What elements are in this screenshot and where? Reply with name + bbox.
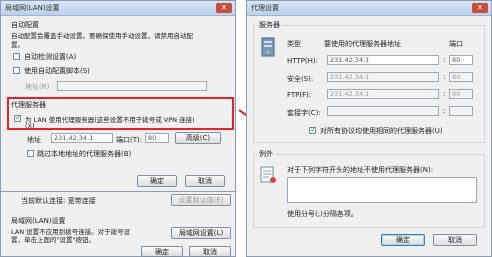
http-port-input[interactable]: 80 (449, 55, 473, 65)
lan-desc-line2: 置，单击上面的"设置"按钮。 (11, 236, 95, 244)
lan-settings-window: 局域网(LAN)设置 ✕ 自动配置 自动配置会覆盖手动设置。要确保使用手动设置，… (0, 0, 236, 192)
script-address-input[interactable] (57, 81, 207, 91)
script-address-label: 地址(R) (25, 83, 50, 91)
secure-label: 安全(S): (287, 75, 314, 83)
lan-settings-button[interactable]: 局域网设置(L) (171, 227, 231, 239)
exceptions-icon (260, 166, 276, 183)
proxy-settings-window: 代理设置 ✕ 服务器 类型 要使用的代理服务器地址 端口 HTTP(H): 23… (246, 0, 492, 257)
lan-ok-button[interactable]: 确定 (137, 175, 177, 187)
col-type-header: 类型 (287, 40, 301, 48)
socks-address-input[interactable] (327, 106, 439, 116)
http-address-input[interactable]: 231.42.34.1 (327, 55, 439, 65)
exceptions-input[interactable] (287, 177, 477, 203)
exceptions-hint: 使用分号(;)分隔各项。 (287, 210, 358, 218)
lan-window-title: 局域网(LAN)设置 (5, 4, 60, 12)
col-address-header: 要使用的代理服务器地址 (324, 40, 401, 48)
auto-config-desc-line2: 置。 (11, 41, 24, 49)
secure-port-input[interactable]: 80 (449, 72, 473, 82)
proxy-cancel-button[interactable]: 取消 (433, 234, 477, 246)
proxy-titlebar: 代理设置 (247, 1, 491, 16)
behind-ok-button[interactable]: 确定 (141, 246, 183, 257)
bypass-local-checkbox[interactable] (27, 150, 34, 157)
advanced-button[interactable]: 高级(C) (175, 132, 221, 144)
proxy-port-input[interactable]: 80 (145, 133, 169, 143)
behind-cancel-button[interactable]: 取消 (189, 246, 231, 257)
bypass-local-label: 跳过本地地址的代理服务器(B) (37, 150, 132, 158)
auto-config-heading: 自动配置 (11, 21, 39, 29)
same-proxy-checkbox[interactable] (309, 125, 317, 134)
lan-titlebar: 局域网(LAN)设置 (1, 1, 235, 16)
auto-detect-checkbox[interactable] (13, 53, 20, 60)
set-default-button[interactable]: 设置默认值(E) (171, 194, 231, 206)
current-connection-text: 当前默认连接: 宽带连接 (21, 197, 96, 205)
exceptions-heading: 例外 (257, 149, 275, 159)
use-script-checkbox[interactable] (13, 67, 20, 74)
proxy-ok-button[interactable]: 确定 (381, 234, 425, 246)
same-proxy-label: 对所有协议均使用相同的代理服务器(U) (320, 127, 443, 135)
ftp-port-input[interactable]: 80 (449, 89, 473, 99)
lan-section-heading: 局域网(LAN)设置 (11, 217, 66, 225)
proxy-window-title: 代理设置 (251, 4, 279, 12)
proxy-address-label: 地址 (27, 136, 41, 144)
ftp-label: FTP(F): (287, 91, 312, 99)
close-icon[interactable]: ✕ (472, 3, 488, 13)
auto-config-desc-line1: 自动配置会覆盖手动设置。要确保使用手动设置，请禁用自动配 (11, 32, 193, 40)
proxy-port-label: 端口(T): (116, 136, 143, 144)
socks-label: 套接字(C): (287, 109, 321, 117)
server-icon (261, 37, 275, 57)
lan-cancel-button[interactable]: 取消 (185, 175, 225, 187)
auto-detect-label: 自动检测设置(A) (24, 53, 77, 61)
servers-heading: 服务器 (257, 20, 282, 30)
col-port-header: 端口 (449, 40, 463, 48)
http-label: HTTP(H): (287, 57, 318, 65)
proxy-highlight-box (7, 97, 234, 130)
close-icon[interactable]: ✕ (216, 3, 232, 13)
proxy-address-input[interactable]: 231.42.34.1 (51, 133, 113, 143)
socks-port-input[interactable] (449, 106, 473, 116)
ftp-address-input[interactable]: 231.42.34.1 (327, 89, 439, 99)
use-script-label: 使用自动配置脚本(S) (24, 67, 90, 75)
exceptions-desc: 对于下列字符开头的地址不使用代理服务器(N): (287, 166, 434, 174)
secure-address-input[interactable]: 231.42.34.1 (327, 72, 439, 82)
